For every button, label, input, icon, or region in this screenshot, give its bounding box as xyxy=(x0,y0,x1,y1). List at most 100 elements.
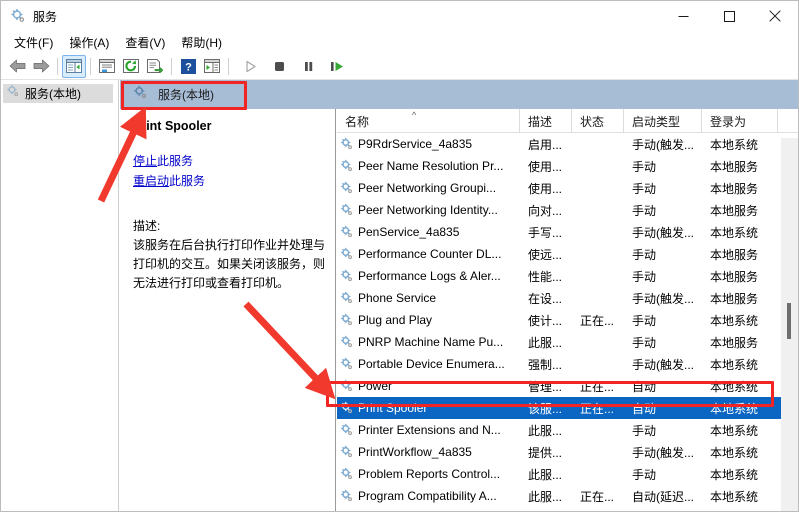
cell-status: 正在... xyxy=(580,489,615,504)
service-detail-pane: Print Spooler 停止此服务 重启动此服务 描述: 该服务在后台执行打… xyxy=(120,109,336,511)
cell-name: Program Compatibility A... xyxy=(337,485,520,507)
show-hide-tree-icon[interactable] xyxy=(62,54,86,78)
restart-service-link-rest: 此服务 xyxy=(169,174,206,188)
minimize-button[interactable] xyxy=(660,1,706,31)
cell-status xyxy=(572,221,624,243)
show-action-pane-icon[interactable] xyxy=(200,55,224,78)
console-tree-pane: 服务(本地) xyxy=(1,80,119,511)
cell-description: 此服... xyxy=(528,423,563,438)
cell-logon: 本地系统 xyxy=(710,467,759,482)
scrollbar-thumb[interactable] xyxy=(787,303,791,339)
restart-service-link[interactable]: 重启动此服务 xyxy=(133,173,323,190)
cell-status xyxy=(572,287,624,309)
cell-startup: 手动 xyxy=(632,269,657,284)
tree-node-label: 服务(本地) xyxy=(25,87,81,101)
cell-description: 启用... xyxy=(528,137,563,152)
cell-status xyxy=(572,243,624,265)
cell-status xyxy=(572,441,624,463)
cell-status xyxy=(572,177,624,199)
cell-name: P9RdrService_4a835 xyxy=(337,133,520,155)
column-header-status[interactable]: 状态 xyxy=(572,109,624,133)
menu-file[interactable]: 文件(F) xyxy=(8,32,63,53)
cell-name: Performance Logs & Aler... xyxy=(337,265,520,287)
forward-arrow-icon[interactable] xyxy=(29,55,53,78)
cell-startup: 手动(触发... xyxy=(632,291,694,306)
cell-logon: 本地服务 xyxy=(710,181,759,196)
help-icon[interactable]: ? xyxy=(176,55,200,78)
close-button[interactable] xyxy=(752,1,798,31)
services-window: 服务 文件(F) 操作(A) 查看(V) 帮助(H) ? 服务(本地) 服务(本… xyxy=(0,0,799,512)
service-description-block: 描述: 该服务在后台执行打印作业并处理与打印机的交互。如果关闭该服务，则无法进行… xyxy=(133,217,325,293)
back-arrow-icon[interactable] xyxy=(5,55,29,78)
table-row[interactable]: Quality Windows Audio V...优质 ... 手动本地服务 xyxy=(337,507,798,511)
table-row[interactable]: P9RdrService_4a835 启用... 手动(触发... 本地系统 xyxy=(337,133,798,155)
table-row[interactable]: PrintWorkflow_4a835 提供... 手动(触发... 本地系统 xyxy=(337,441,798,463)
column-header-log-on-as[interactable]: 登录为 xyxy=(702,109,778,133)
cell-startup: 手动 xyxy=(632,335,657,350)
sort-ascending-icon: ^ xyxy=(412,110,417,120)
table-row[interactable]: Portable Device Enumera... 强制... 手动(触发... 本… xyxy=(337,353,798,375)
cell-logon: 本地系统 xyxy=(710,423,759,438)
export-list-icon[interactable] xyxy=(143,55,167,78)
column-header-name-label: 名称 xyxy=(345,114,370,129)
table-row[interactable]: PNRP Machine Name Pu... 此服... 手动 本地服务 xyxy=(337,331,798,353)
cell-logon: 本地服务 xyxy=(710,291,759,306)
table-row[interactable]: Problem Reports Control... 此服... 手动 本地系统 xyxy=(337,463,798,485)
column-header-startup-type[interactable]: 启动类型 xyxy=(624,109,702,133)
cell-name: Portable Device Enumera... xyxy=(337,353,520,375)
table-row[interactable]: Peer Name Resolution Pr... 使用... 手动 本地服务 xyxy=(337,155,798,177)
stop-service-link[interactable]: 停止此服务 xyxy=(133,153,323,170)
window-body: 服务(本地) 服务(本地) Print Spooler 停止此服务 重启动此服务… xyxy=(1,80,798,511)
cell-logon: 本地系统 xyxy=(710,313,759,328)
stop-service-icon[interactable] xyxy=(267,55,291,78)
cell-name: Printer Extensions and N... xyxy=(337,419,520,441)
toolbar-separator xyxy=(171,57,172,75)
cell-logon: 本地服务 xyxy=(710,203,759,218)
cell-startup: 手动 xyxy=(632,181,657,196)
cell-name: PrintWorkflow_4a835 xyxy=(337,441,520,463)
cell-startup: 自动(延迟... xyxy=(632,489,694,504)
cell-status xyxy=(572,507,624,511)
window-title: 服务 xyxy=(33,9,58,24)
table-row[interactable]: PenService_4a835 手写... 手动(触发... 本地系统 xyxy=(337,221,798,243)
menu-action[interactable]: 操作(A) xyxy=(63,32,119,53)
cell-startup: 手动 xyxy=(632,467,657,482)
column-header-description[interactable]: 描述 xyxy=(520,109,572,133)
cell-status xyxy=(572,331,624,353)
table-row[interactable]: Plug and Play 使计... 正在... 手动 本地系统 xyxy=(337,309,798,331)
table-row[interactable]: Performance Counter DL... 使远... 手动 本地服务 xyxy=(337,243,798,265)
cell-status xyxy=(572,353,624,375)
cell-description: 强制... xyxy=(528,357,563,372)
refresh-icon[interactable] xyxy=(119,55,143,78)
table-row[interactable]: Program Compatibility A... 此服... 正在... 自动(延… xyxy=(337,485,798,507)
tree-node-services-local[interactable]: 服务(本地) xyxy=(3,84,113,103)
services-list-view: 名称 ^ 描述 状态 启动类型 登录为 P9RdrService_4a835 启用… xyxy=(337,109,798,511)
column-header-name[interactable]: 名称 ^ xyxy=(337,109,520,133)
table-row[interactable]: Peer Networking Groupi... 使用... 手动 本地服务 xyxy=(337,177,798,199)
table-row[interactable]: Phone Service 在设... 手动(触发... 本地服务 xyxy=(337,287,798,309)
properties-icon[interactable] xyxy=(95,55,119,78)
cell-description: 性能... xyxy=(528,269,563,284)
table-row[interactable]: Printer Extensions and N... 此服... 手动 本地系统 xyxy=(337,419,798,441)
cell-description: 提供... xyxy=(528,445,563,460)
vertical-scrollbar[interactable] xyxy=(781,138,798,511)
cell-description: 使计... xyxy=(528,313,563,328)
cell-startup: 手动 xyxy=(632,247,657,262)
cell-startup: 手动(触发... xyxy=(632,137,694,152)
cell-startup: 手动 xyxy=(632,159,657,174)
cell-description: 此服... xyxy=(528,489,563,504)
cell-logon: 本地系统 xyxy=(710,137,759,152)
cell-startup: 手动 xyxy=(624,507,702,511)
menu-help[interactable]: 帮助(H) xyxy=(175,32,232,53)
menu-bar: 文件(F) 操作(A) 查看(V) 帮助(H) xyxy=(1,31,798,53)
results-pane: 服务(本地) Print Spooler 停止此服务 重启动此服务 描述: 该服… xyxy=(120,80,798,511)
table-row[interactable]: Performance Logs & Aler... 性能... 手动 本地服务 xyxy=(337,265,798,287)
restart-service-icon[interactable] xyxy=(325,55,349,78)
start-service-icon[interactable] xyxy=(238,55,262,78)
toolbar-separator xyxy=(90,57,91,75)
table-row[interactable]: Peer Networking Identity... 向对... 手动 本地服务 xyxy=(337,199,798,221)
menu-view[interactable]: 查看(V) xyxy=(119,32,175,53)
cell-status xyxy=(572,199,624,221)
pause-service-icon[interactable] xyxy=(296,55,320,78)
maximize-button[interactable] xyxy=(706,1,752,31)
